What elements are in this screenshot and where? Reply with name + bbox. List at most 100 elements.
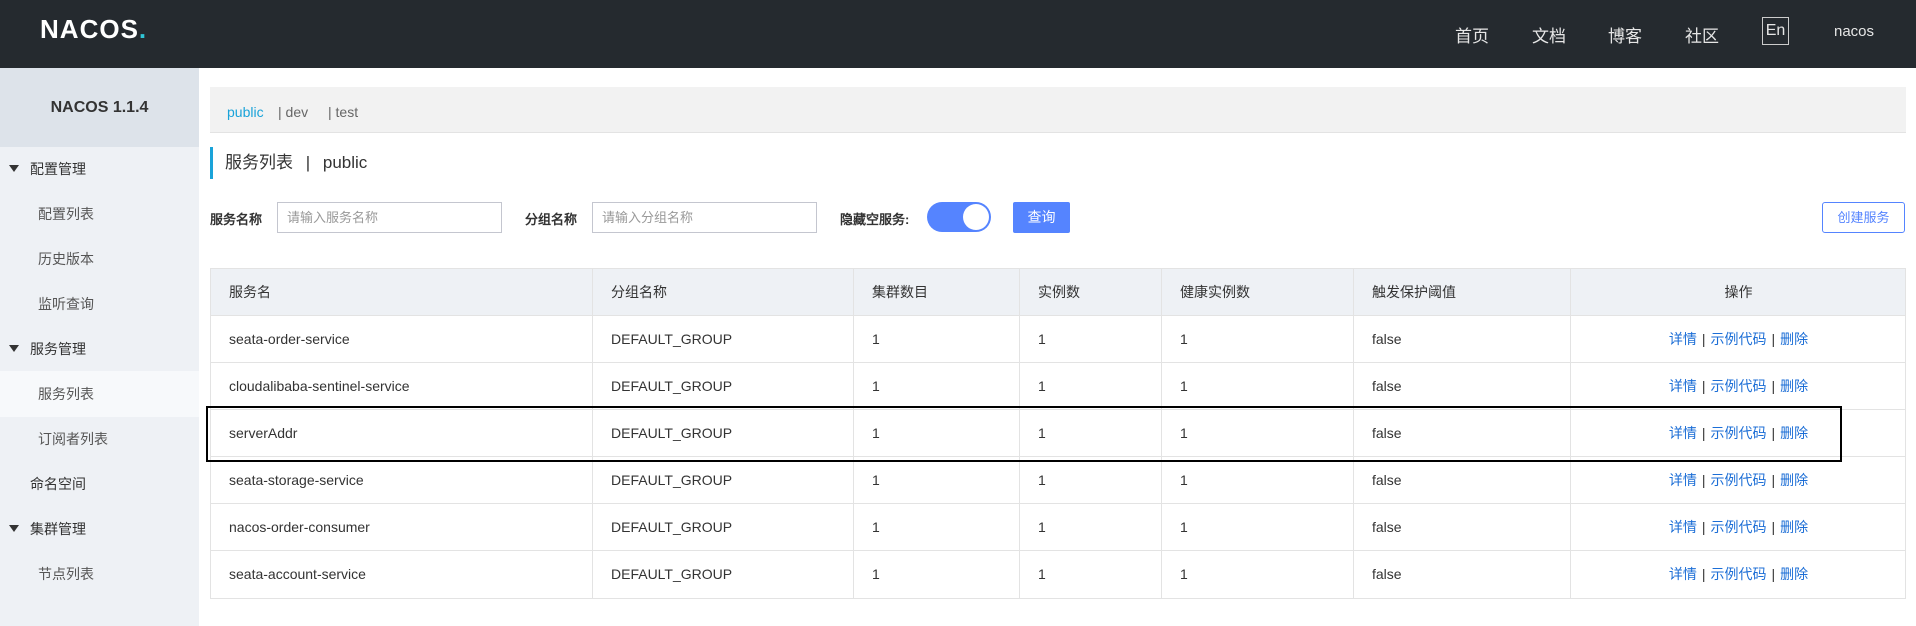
healthy-count-cell: 1 [1161,504,1353,550]
sidebar-item-label: 命名空间 [30,476,86,492]
healthy-count-cell: 1 [1161,363,1353,409]
sidebar-item-namespace[interactable]: 命名空间 [0,464,199,504]
hide-empty-toggle[interactable] [927,202,991,232]
instance-count-cell: 1 [1019,457,1161,503]
service-name-label: 服务名称 [210,212,263,227]
nav-community[interactable]: 社区 [1685,22,1719,47]
instance-count-cell: 1 [1019,363,1161,409]
page-title-namespace: public [322,153,368,172]
delete-link[interactable]: 删除 [1780,331,1808,347]
protect-threshold-cell: false [1353,457,1570,503]
actions-cell: 详情 | 示例代码 | 删除 [1570,363,1906,409]
actions-cell: 详情 | 示例代码 | 删除 [1570,551,1906,598]
action-separator: | [1701,425,1706,441]
detail-link[interactable]: 详情 [1669,331,1697,347]
detail-link[interactable]: 详情 [1669,519,1697,535]
nav-home[interactable]: 首页 [1455,22,1489,47]
sidebar-item-history[interactable]: 历史版本 [0,239,199,279]
detail-link[interactable]: 详情 [1669,566,1697,582]
group-name-cell: DEFAULT_GROUP [592,504,853,550]
cluster-count-cell: 1 [853,551,1019,598]
query-button[interactable]: 查询 [1013,202,1070,233]
column-header-actions: 操作 [1570,269,1906,315]
protect-threshold-cell: false [1353,410,1570,456]
column-header-service-name: 服务名 [229,284,271,300]
delete-link[interactable]: 删除 [1780,472,1808,488]
sidebar-item-service-management[interactable]: 服务管理 [0,329,199,369]
service-name-cell: seata-storage-service [229,472,364,488]
namespace-dev[interactable]: | dev [278,104,308,120]
caret-down-icon [9,525,19,532]
sample-code-link[interactable]: 示例代码 [1711,425,1767,441]
detail-link[interactable]: 详情 [1669,425,1697,441]
language-toggle-button[interactable]: En [1762,17,1789,45]
action-separator: | [1771,472,1776,488]
table-row: seata-order-service DEFAULT_GROUP 1 1 1 false… [211,316,1905,363]
nav-docs[interactable]: 文档 [1532,22,1566,47]
group-name-input[interactable]: 请输入分组名称 [592,202,817,233]
nav-blog[interactable]: 博客 [1608,22,1642,47]
sidebar-item-cluster-management[interactable]: 集群管理 [0,509,199,549]
column-header-protect-threshold: 触发保护阈值 [1353,269,1570,315]
sidebar-item-service-list[interactable]: 服务列表 [0,371,199,417]
delete-link[interactable]: 删除 [1780,425,1808,441]
sidebar-item-label: 订阅者列表 [38,431,108,447]
sidebar-item-subscribers[interactable]: 订阅者列表 [0,419,199,459]
healthy-count-cell: 1 [1161,457,1353,503]
delete-link[interactable]: 删除 [1780,378,1808,394]
protect-threshold-cell: false [1353,551,1570,598]
sidebar-item-listener-query[interactable]: 监听查询 [0,284,199,324]
instance-count-cell: 1 [1019,551,1161,598]
column-header-healthy-count: 健康实例数 [1161,269,1353,315]
detail-link[interactable]: 详情 [1669,378,1697,394]
page-title-separator: | [305,153,311,172]
sample-code-link[interactable]: 示例代码 [1711,566,1767,582]
sidebar-item-config-management[interactable]: 配置管理 [0,149,199,189]
action-separator: | [1701,472,1706,488]
caret-down-icon [9,345,19,352]
sidebar-item-node-list[interactable]: 节点列表 [0,554,199,594]
namespace-public[interactable]: public [227,104,264,120]
protect-threshold-cell: false [1353,504,1570,550]
action-separator: | [1771,519,1776,535]
group-name-cell: DEFAULT_GROUP [592,363,853,409]
delete-link[interactable]: 删除 [1780,566,1808,582]
instance-count-cell: 1 [1019,316,1161,362]
table-header-row: 服务名 分组名称 集群数目 实例数 健康实例数 触发保护阈值 操作 [211,269,1905,316]
action-separator: | [1701,331,1706,347]
create-service-button[interactable]: 创建服务 [1822,202,1905,233]
service-name-input[interactable]: 请输入服务名称 [277,202,502,233]
delete-link[interactable]: 删除 [1780,519,1808,535]
sidebar-item-label: 服务列表 [38,386,94,402]
page-title-text: 服务列表 [225,153,293,172]
protect-threshold-cell: false [1353,363,1570,409]
table-row: serverAddr DEFAULT_GROUP 1 1 1 false 详情 | 示例代码 | 删… [211,410,1905,457]
detail-link[interactable]: 详情 [1669,472,1697,488]
sidebar-item-label: 配置列表 [38,206,94,222]
service-table: 服务名 分组名称 集群数目 实例数 健康实例数 触发保护阈值 操作 seata-… [210,268,1906,599]
actions-cell: 详情 | 示例代码 | 删除 [1570,457,1906,503]
table-row: seata-account-service DEFAULT_GROUP 1 1 1 fal… [211,551,1905,598]
actions-cell: 详情 | 示例代码 | 删除 [1570,316,1906,362]
sidebar: NACOS 1.1.4 配置管理 配置列表 历史版本 监听查询 服务管理 服务列… [0,68,199,626]
sidebar-item-label: 集群管理 [30,521,86,537]
table-row: seata-storage-service DEFAULT_GROUP 1 1 1 fal… [211,457,1905,504]
sidebar-item-label: 历史版本 [38,251,94,267]
group-name-cell: DEFAULT_GROUP [592,551,853,598]
sample-code-link[interactable]: 示例代码 [1711,519,1767,535]
sample-code-link[interactable]: 示例代码 [1711,331,1767,347]
actions-cell: 详情 | 示例代码 | 删除 [1570,504,1906,550]
action-separator: | [1701,566,1706,582]
sidebar-item-config-list[interactable]: 配置列表 [0,194,199,234]
healthy-count-cell: 1 [1161,316,1353,362]
column-header-cluster-count: 集群数目 [853,269,1019,315]
instance-count-cell: 1 [1019,504,1161,550]
sample-code-link[interactable]: 示例代码 [1711,378,1767,394]
sidebar-item-label: 配置管理 [30,161,86,177]
cluster-count-cell: 1 [853,410,1019,456]
nacos-logo[interactable]: NACOS. [40,14,147,45]
namespace-test[interactable]: | test [328,104,358,120]
cluster-count-cell: 1 [853,363,1019,409]
user-name[interactable]: nacos [1834,23,1874,40]
sample-code-link[interactable]: 示例代码 [1711,472,1767,488]
